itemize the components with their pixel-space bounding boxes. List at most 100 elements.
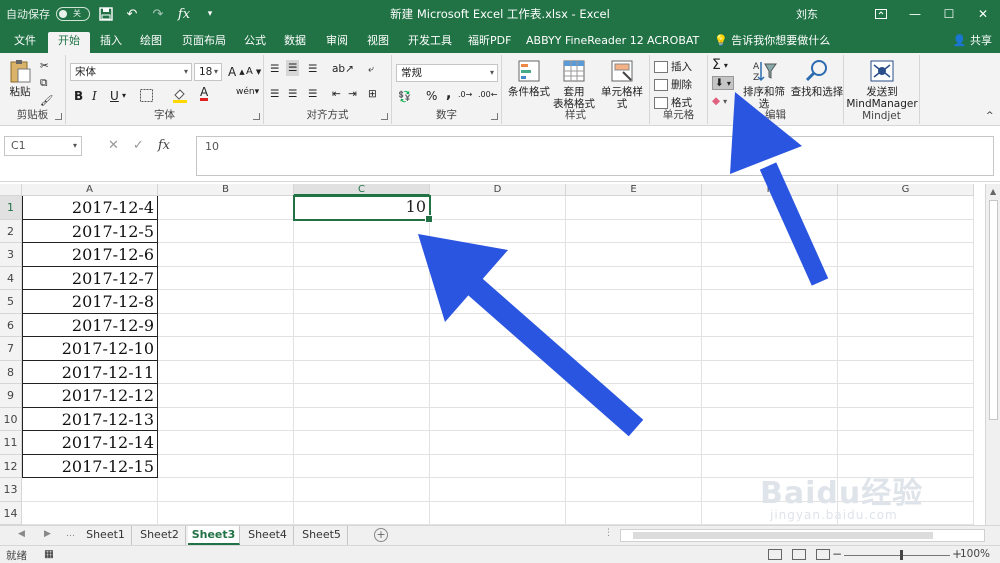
cell-g6[interactable] xyxy=(838,313,974,337)
fill-down-icon[interactable]: ⬇ ▾ xyxy=(712,76,734,90)
normal-view-icon[interactable] xyxy=(768,549,782,560)
clipboard-launcher-icon[interactable] xyxy=(55,113,62,120)
more-sheets-icon[interactable]: … xyxy=(66,529,75,539)
clear-icon[interactable]: ◆ ▾ xyxy=(712,95,727,107)
cell-d6[interactable] xyxy=(430,313,566,337)
tab-formulas[interactable]: 公式 xyxy=(244,32,266,53)
row-header-12[interactable]: 12 xyxy=(0,454,22,478)
copy-icon[interactable]: ⧉ xyxy=(40,77,48,90)
italic-button[interactable]: I xyxy=(92,89,97,103)
cell-d11[interactable] xyxy=(430,431,566,455)
zoom-slider-knob[interactable] xyxy=(900,550,903,560)
number-launcher-icon[interactable] xyxy=(491,113,498,120)
tab-home[interactable]: 开始 xyxy=(48,32,90,53)
cell-c5[interactable] xyxy=(294,290,430,314)
column-header-d[interactable]: D xyxy=(430,184,566,196)
cell-a12[interactable]: 2017-12-15 xyxy=(22,454,158,478)
cell-d9[interactable] xyxy=(430,384,566,408)
cell-g10[interactable] xyxy=(838,407,974,431)
cancel-icon[interactable]: ✕ xyxy=(108,138,119,153)
cell-e9[interactable] xyxy=(566,384,702,408)
bold-button[interactable]: B xyxy=(74,89,83,103)
cell-d1[interactable] xyxy=(430,196,566,220)
minimize-icon[interactable]: — xyxy=(898,0,932,28)
cell-b9[interactable] xyxy=(158,384,294,408)
zoom-level[interactable]: 100% xyxy=(960,548,990,560)
tab-acrobat[interactable]: ACROBAT xyxy=(647,32,699,53)
send-to-mindmanager-button[interactable]: 发送到 MindManager xyxy=(846,58,918,110)
currency-icon[interactable]: 💱 xyxy=(398,90,411,103)
cell-c2[interactable] xyxy=(294,219,430,243)
cell-c10[interactable] xyxy=(294,407,430,431)
cell-e10[interactable] xyxy=(566,407,702,431)
column-header-e[interactable]: E xyxy=(566,184,702,196)
align-center-icon[interactable]: ☰ xyxy=(288,88,297,100)
cell-e5[interactable] xyxy=(566,290,702,314)
decrease-indent-icon[interactable]: ⇤ xyxy=(332,88,341,100)
format-painter-icon[interactable]: 🖌 xyxy=(40,94,53,107)
tab-insert[interactable]: 插入 xyxy=(100,32,122,53)
increase-font-icon[interactable]: A ▲ xyxy=(228,65,245,79)
cell-c9[interactable] xyxy=(294,384,430,408)
cell-f8[interactable] xyxy=(702,360,838,384)
chevron-down-icon[interactable]: ▾ xyxy=(122,91,126,100)
page-break-view-icon[interactable] xyxy=(816,549,830,560)
insert-cells-button[interactable]: 插入 xyxy=(654,59,692,74)
orientation-icon[interactable]: ab↗ xyxy=(332,63,354,75)
cell-b11[interactable] xyxy=(158,431,294,455)
prev-sheet-icon[interactable]: ◀ xyxy=(18,529,25,539)
borders-icon[interactable] xyxy=(140,89,153,102)
tab-abbyy[interactable]: ABBYY FineReader 12 xyxy=(526,32,644,53)
tab-review[interactable]: 审阅 xyxy=(326,32,348,53)
cell-a3[interactable]: 2017-12-6 xyxy=(22,243,158,267)
increase-decimal-icon[interactable]: .0→ xyxy=(458,90,472,99)
active-cell-c1[interactable]: 10 xyxy=(293,195,433,222)
cell-b1[interactable] xyxy=(158,196,294,220)
cell-c11[interactable] xyxy=(294,431,430,455)
cell-f1[interactable] xyxy=(702,196,838,220)
cell-c3[interactable] xyxy=(294,243,430,267)
merge-center-icon[interactable]: ⊞ xyxy=(368,88,377,100)
cell-b6[interactable] xyxy=(158,313,294,337)
enter-icon[interactable]: ✓ xyxy=(133,138,144,153)
column-header-g[interactable]: G xyxy=(838,184,974,196)
row-header-10[interactable]: 10 xyxy=(0,407,22,431)
comma-button[interactable]: , xyxy=(446,86,451,102)
cell-e3[interactable] xyxy=(566,243,702,267)
cell-b14[interactable] xyxy=(158,501,294,525)
next-sheet-icon[interactable]: ▶ xyxy=(44,529,51,539)
cell-c6[interactable] xyxy=(294,313,430,337)
row-header-8[interactable]: 8 xyxy=(0,360,22,384)
sheet-tab-sheet1[interactable]: Sheet1 xyxy=(80,526,132,545)
row-header-1[interactable]: 1 xyxy=(0,196,22,220)
row-header-13[interactable]: 13 xyxy=(0,478,22,502)
alignment-launcher-icon[interactable] xyxy=(381,113,388,120)
increase-indent-icon[interactable]: ⇥ xyxy=(348,88,357,100)
cell-f2[interactable] xyxy=(702,219,838,243)
column-header-b[interactable]: B xyxy=(158,184,294,196)
cell-c4[interactable] xyxy=(294,266,430,290)
align-middle-icon[interactable]: ☰ xyxy=(286,60,300,76)
cell-a8[interactable]: 2017-12-11 xyxy=(22,360,158,384)
cell-a7[interactable]: 2017-12-10 xyxy=(22,337,158,361)
cell-g7[interactable] xyxy=(838,337,974,361)
cell-b3[interactable] xyxy=(158,243,294,267)
row-header-9[interactable]: 9 xyxy=(0,384,22,408)
select-all-corner[interactable] xyxy=(0,184,22,196)
cell-g3[interactable] xyxy=(838,243,974,267)
horizontal-scroll-thumb[interactable] xyxy=(633,532,933,539)
phonetic-icon[interactable]: wén▾ xyxy=(236,87,259,97)
cell-e6[interactable] xyxy=(566,313,702,337)
cell-a11[interactable]: 2017-12-14 xyxy=(22,431,158,455)
collapse-ribbon-icon[interactable]: ^ xyxy=(986,111,994,121)
macro-record-icon[interactable]: ▦ xyxy=(44,548,54,560)
cell-a2[interactable]: 2017-12-5 xyxy=(22,219,158,243)
horizontal-scrollbar[interactable] xyxy=(620,529,985,542)
column-header-f[interactable]: F xyxy=(702,184,838,196)
name-box[interactable]: C1 ▾ xyxy=(4,136,82,156)
paste-button[interactable]: 粘贴 xyxy=(5,58,35,98)
cell-b5[interactable] xyxy=(158,290,294,314)
cell-b10[interactable] xyxy=(158,407,294,431)
cell-e1[interactable] xyxy=(566,196,702,220)
cell-a13[interactable] xyxy=(22,478,158,502)
